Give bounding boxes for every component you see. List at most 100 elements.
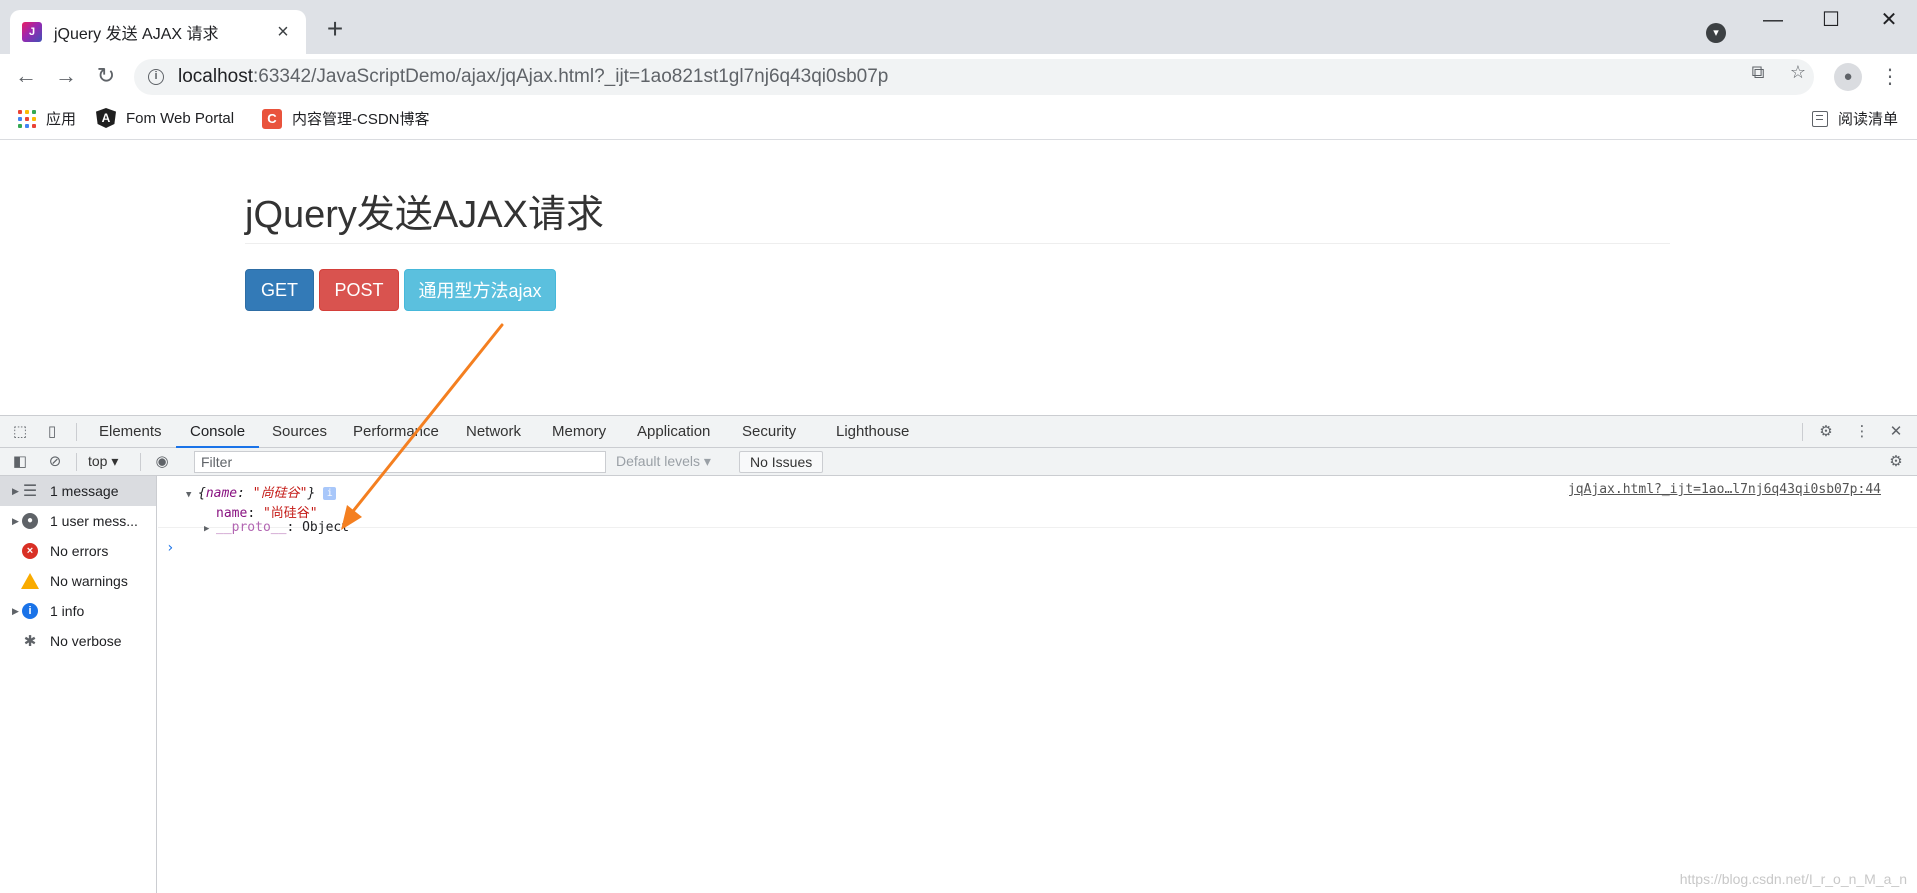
bookmark-csdn[interactable]: C 内容管理-CSDN博客 (262, 108, 430, 129)
sidebar-item-label: 1 message (50, 483, 119, 499)
browser-menu-icon[interactable]: ⋮ (1880, 63, 1900, 91)
toolbar-divider (140, 453, 141, 471)
page-title: jQuery发送AJAX请求 (245, 194, 604, 236)
sidebar-item-user-messages[interactable]: ▶ ● 1 user mess... (0, 506, 156, 536)
object-property-name: name: "尚硅谷" (216, 506, 318, 521)
title-divider (245, 243, 1670, 244)
toolbar-divider (76, 423, 77, 441)
translate-icon[interactable]: ⧉ (1744, 58, 1772, 86)
tab-strip: J jQuery 发送 AJAX 请求 × + ▾ ✕ ☐ — (0, 0, 1917, 54)
devtools-panel: ⬚ ▯ Elements Console Sources Performance… (0, 415, 1917, 893)
tab-memory[interactable]: Memory (552, 416, 606, 448)
csdn-logo-icon: C (262, 108, 282, 129)
list-icon: ☰ (22, 483, 38, 500)
ajax-button[interactable]: 通用型方法ajax (404, 269, 556, 311)
browser-tab[interactable]: J jQuery 发送 AJAX 请求 × (10, 10, 306, 54)
log-levels-dropdown[interactable]: Default levels ▾ (616, 453, 711, 470)
tab-lighthouse[interactable]: Lighthouse (836, 416, 909, 448)
sidebar-item-info[interactable]: ▶ i 1 info (0, 596, 156, 626)
toolbar-divider (76, 453, 77, 471)
bookmark-label: 内容管理-CSDN博客 (292, 111, 430, 128)
reading-list-icon (1812, 110, 1828, 127)
sidebar-item-messages[interactable]: ▶ ☰ 1 message (0, 476, 156, 506)
context-selector[interactable]: top ▾ (88, 453, 118, 470)
user-icon: ● (22, 513, 38, 529)
post-button[interactable]: POST (319, 269, 399, 311)
devtools-menu-icon[interactable]: ⋮ (1852, 422, 1872, 442)
sidebar-item-label: No verbose (50, 633, 122, 649)
sidebar-item-label: 1 info (50, 603, 85, 619)
bookmarks-bar: 应用 A Fom Web Portal C 内容管理-CSDN博客 阅读清单 (0, 98, 1917, 140)
sidebar-item-warnings[interactable]: No warnings (0, 566, 156, 596)
expand-arrow-icon[interactable]: ▶ (0, 516, 19, 527)
info-icon: i (22, 603, 38, 619)
object-preview[interactable]: ▼ {name: "尚硅谷"} i (186, 482, 337, 501)
object-info-icon[interactable]: i (323, 487, 337, 500)
sidebar-item-verbose[interactable]: ✱ No verbose (0, 626, 156, 656)
inspect-element-icon[interactable]: ⬚ (10, 422, 30, 442)
console-log-entry: ▼ {name: "尚硅谷"} i name: "尚硅谷" ▶ __proto__: … (158, 480, 1917, 535)
error-icon: × (22, 543, 38, 559)
sidebar-item-errors[interactable]: × No errors (0, 536, 156, 566)
collapse-triangle-icon[interactable]: ▼ (186, 490, 198, 500)
browser-toolbar: ← → ↻ i localhost:63342/JavaScriptDemo/a… (0, 54, 1917, 98)
profile-avatar-icon[interactable]: ● (1834, 63, 1862, 91)
close-tab-icon[interactable]: × (272, 21, 294, 44)
address-bar[interactable]: i localhost:63342/JavaScriptDemo/ajax/jq… (134, 59, 1814, 95)
console-output: ▼ {name: "尚硅谷"} i name: "尚硅谷" ▶ __proto__: … (158, 476, 1917, 893)
watermark: https://blog.csdn.net/I_r_o_n_M_a_n (1679, 871, 1907, 887)
sidebar-item-label: No warnings (50, 573, 128, 589)
close-devtools-icon[interactable]: ✕ (1886, 422, 1906, 442)
console-settings-gear-icon[interactable]: ⚙ (1886, 452, 1906, 472)
tab-search-icon[interactable]: ▾ (1706, 23, 1726, 43)
tab-console[interactable]: Console (176, 416, 260, 448)
url-text[interactable]: localhost:63342/JavaScriptDemo/ajax/jqAj… (178, 66, 888, 88)
source-link[interactable]: jqAjax.html?_ijt=1ao…l7nj6q43qi0sb07p:44 (1568, 482, 1881, 497)
forward-arrow-icon[interactable]: → (52, 63, 80, 89)
get-button[interactable]: GET (245, 269, 314, 311)
bug-icon: ✱ (23, 633, 37, 650)
tab-sources[interactable]: Sources (272, 416, 327, 448)
bookmark-fom-web-portal[interactable]: A Fom Web Portal (96, 108, 234, 128)
back-arrow-icon[interactable]: ← (12, 63, 40, 89)
reload-icon[interactable]: ↻ (92, 63, 120, 89)
expand-arrow-icon[interactable]: ▶ (0, 486, 19, 497)
device-toolbar-icon[interactable]: ▯ (42, 422, 62, 442)
page-content: jQuery发送AJAX请求 GET POST 通用型方法ajax (0, 141, 1917, 415)
warning-icon (21, 573, 39, 589)
eye-icon[interactable]: ◉ (152, 452, 172, 472)
toolbar-divider (1802, 423, 1803, 441)
sidebar-toggle-icon[interactable]: ◧ (10, 452, 30, 472)
close-window-icon[interactable]: ✕ (1864, 6, 1914, 34)
tab-elements[interactable]: Elements (99, 416, 162, 448)
reading-list-button[interactable]: 阅读清单 (1812, 108, 1898, 129)
intellij-favicon-icon: J (22, 22, 42, 42)
clear-console-icon[interactable]: ⊘ (45, 452, 65, 472)
object-proto[interactable]: ▶ __proto__: Object (204, 520, 349, 535)
reading-list-label: 阅读清单 (1838, 111, 1899, 128)
sidebar-item-label: 1 user mess... (50, 513, 138, 529)
console-sidebar: ▶ ☰ 1 message ▶ ● 1 user mess... × No er… (0, 476, 157, 893)
console-toolbar: ◧ ⊘ top ▾ ◉ Filter Default levels ▾ No I… (0, 448, 1917, 476)
expand-triangle-icon[interactable]: ▶ (204, 524, 216, 534)
site-info-icon[interactable]: i (148, 69, 164, 85)
expand-arrow-icon[interactable]: ▶ (0, 606, 19, 617)
tab-security[interactable]: Security (742, 416, 796, 448)
settings-gear-icon[interactable]: ⚙ (1816, 422, 1836, 442)
console-prompt[interactable]: › (166, 540, 174, 556)
tab-network[interactable]: Network (466, 416, 521, 448)
tab-application[interactable]: Application (637, 416, 710, 448)
minimize-window-icon[interactable]: — (1748, 6, 1798, 34)
console-filter-input[interactable]: Filter (194, 451, 606, 473)
bookmark-star-icon[interactable]: ☆ (1784, 58, 1812, 86)
maximize-window-icon[interactable]: ☐ (1806, 6, 1856, 34)
apps-grid-icon (18, 109, 36, 128)
tab-performance[interactable]: Performance (353, 416, 439, 448)
bookmark-apps[interactable]: 应用 (18, 108, 76, 129)
bookmark-label: Fom Web Portal (126, 109, 235, 127)
angular-logo-icon: A (96, 108, 116, 128)
devtools-tabbar: ⬚ ▯ Elements Console Sources Performance… (0, 416, 1917, 448)
new-tab-button[interactable]: + (320, 14, 350, 44)
issues-button[interactable]: No Issues (739, 451, 824, 473)
bookmark-label: 应用 (46, 111, 77, 128)
